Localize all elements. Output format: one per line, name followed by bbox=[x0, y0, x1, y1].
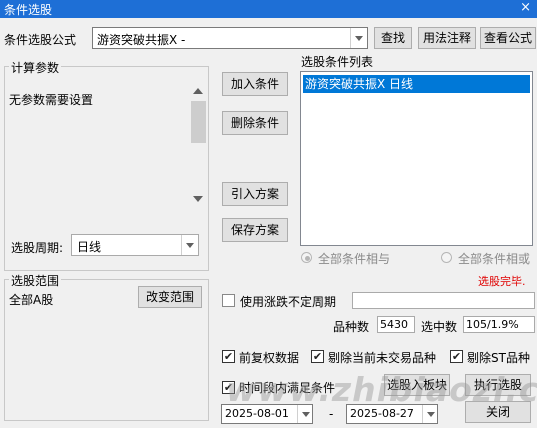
exclude-st-checkbox[interactable]: ✔ bbox=[450, 350, 463, 363]
scroll-down-icon[interactable] bbox=[193, 196, 203, 202]
delete-condition-button[interactable]: 删除条件 bbox=[222, 111, 288, 135]
condition-list-item[interactable]: 游资突破共振X 日线 bbox=[303, 75, 530, 93]
range-value: 全部A股 bbox=[9, 293, 54, 307]
params-legend: 计算参数 bbox=[9, 59, 62, 76]
formula-label: 条件选股公式 bbox=[4, 33, 77, 47]
save-plan-button[interactable]: 保存方案 bbox=[222, 218, 288, 242]
and-radio[interactable] bbox=[301, 252, 312, 263]
period-select[interactable]: 日线 bbox=[71, 234, 199, 256]
import-plan-button[interactable]: 引入方案 bbox=[222, 182, 288, 206]
period-select-value: 日线 bbox=[77, 240, 102, 254]
exclude-untraded-label: 剔除当前未交易品种 bbox=[328, 351, 437, 365]
count-value: 5430 bbox=[377, 316, 415, 333]
close-icon[interactable]: × bbox=[520, 0, 531, 15]
exclude-st-label: 剔除ST品种 bbox=[467, 351, 530, 365]
usage-note-button[interactable]: 用法注释 bbox=[418, 27, 476, 49]
scroll-thumb[interactable] bbox=[191, 101, 206, 143]
window-title: 条件选股 bbox=[4, 3, 53, 17]
limit-period-label: 使用涨跌不定周期 bbox=[240, 295, 337, 309]
watermark: www.zhibiaozi.com bbox=[226, 370, 537, 409]
selected-value: 105/1.9% bbox=[463, 316, 535, 333]
period-label: 选股周期: bbox=[11, 241, 64, 255]
params-scrollbar[interactable] bbox=[190, 84, 207, 206]
or-radio-label: 全部条件相或 bbox=[458, 252, 531, 266]
chevron-down-icon[interactable] bbox=[181, 235, 198, 255]
count-label: 品种数 bbox=[333, 320, 370, 334]
selected-label: 选中数 bbox=[421, 320, 458, 334]
condition-list-title: 选股条件列表 bbox=[301, 55, 374, 69]
formula-select[interactable]: 游资突破共振X - bbox=[92, 27, 368, 49]
limit-period-checkbox[interactable] bbox=[222, 294, 235, 307]
condition-list[interactable]: 游资突破共振X 日线 bbox=[300, 71, 533, 246]
formula-select-value: 游资突破共振X - bbox=[97, 33, 186, 47]
range-legend: 选股范围 bbox=[9, 272, 62, 289]
date-separator: - bbox=[329, 407, 334, 421]
find-button[interactable]: 查找 bbox=[374, 27, 412, 49]
status-text: 选股完毕. bbox=[478, 275, 526, 288]
exclude-untraded-checkbox[interactable]: ✔ bbox=[311, 350, 324, 363]
or-radio[interactable] bbox=[441, 252, 452, 263]
change-range-button[interactable]: 改变范围 bbox=[138, 286, 202, 308]
and-radio-label: 全部条件相与 bbox=[318, 252, 391, 266]
pre-adjust-label: 前复权数据 bbox=[239, 351, 300, 365]
scroll-up-icon[interactable] bbox=[193, 88, 203, 94]
title-bar: 条件选股 × bbox=[0, 0, 537, 18]
view-formula-button[interactable]: 查看公式 bbox=[480, 27, 536, 49]
limit-period-input[interactable] bbox=[352, 292, 535, 309]
pre-adjust-checkbox[interactable]: ✔ bbox=[222, 350, 235, 363]
params-message: 无参数需要设置 bbox=[9, 93, 94, 107]
add-condition-button[interactable]: 加入条件 bbox=[222, 72, 288, 96]
chevron-down-icon[interactable] bbox=[350, 28, 367, 48]
